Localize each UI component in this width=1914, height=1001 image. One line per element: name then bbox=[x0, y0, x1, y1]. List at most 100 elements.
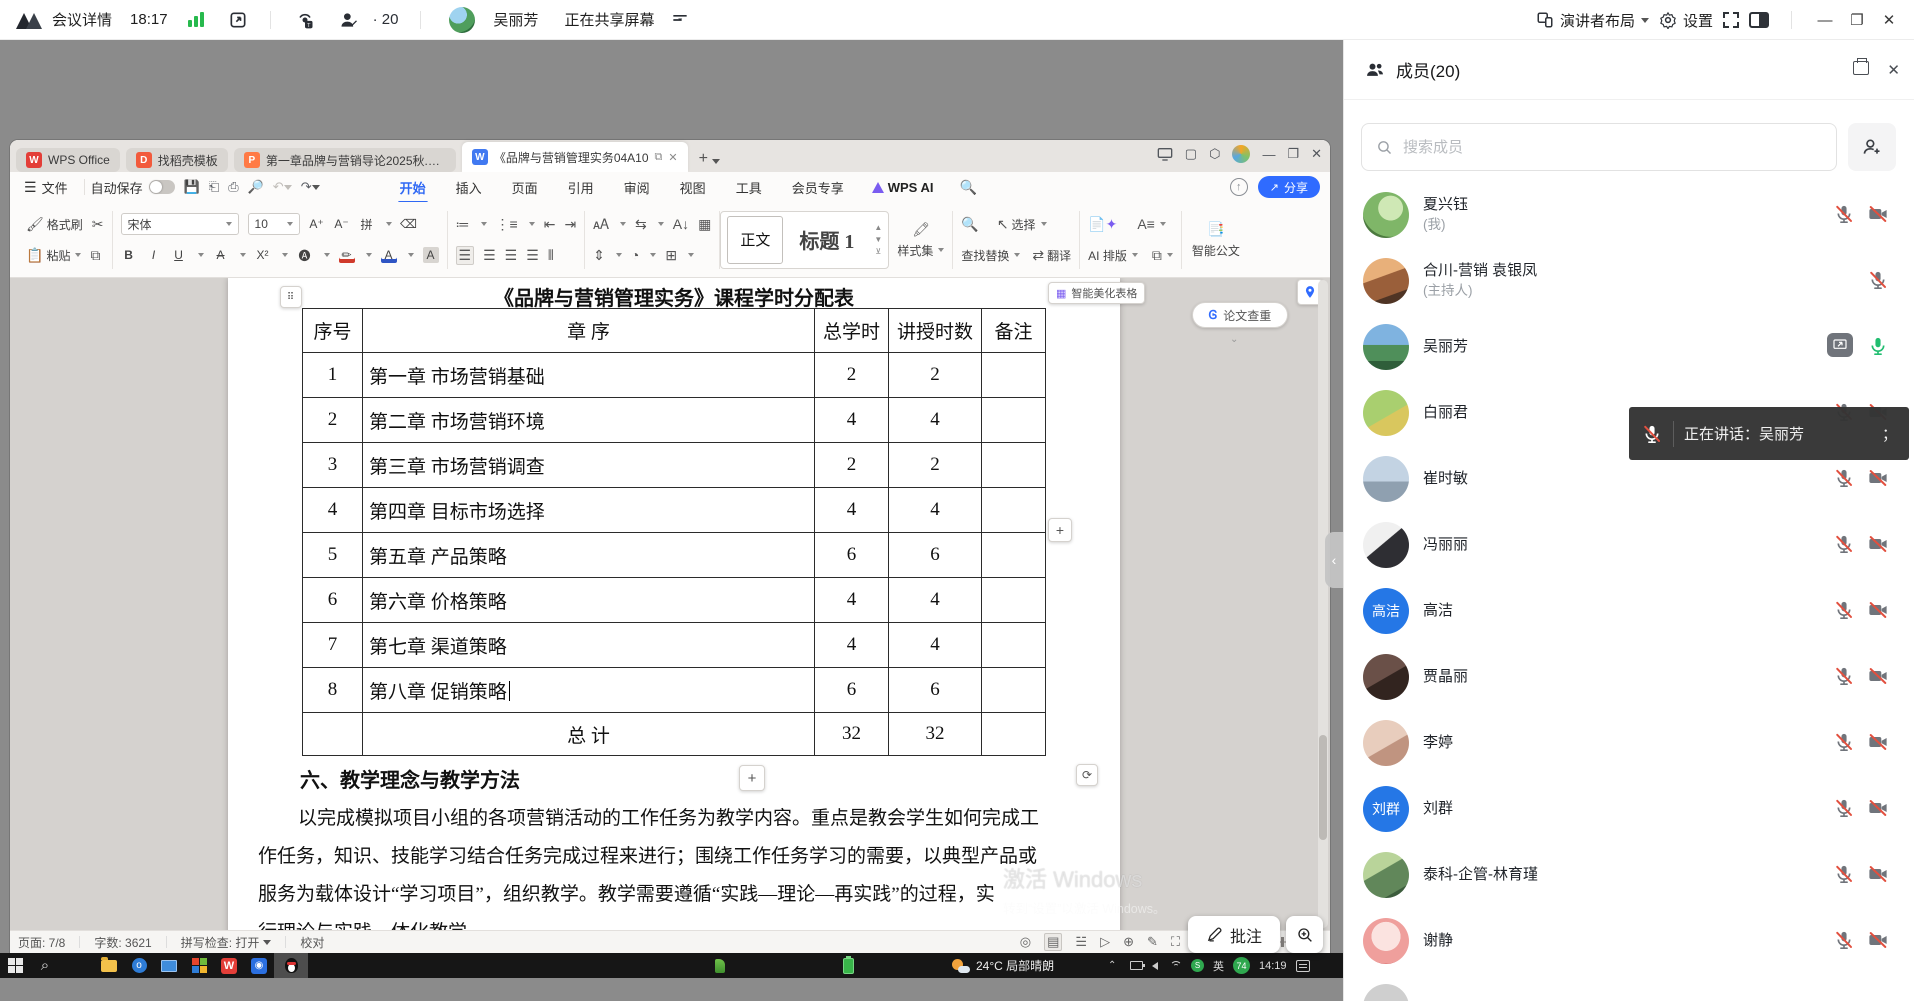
cut-icon[interactable]: ✂ bbox=[92, 216, 104, 233]
magnifier-button[interactable] bbox=[1286, 916, 1323, 953]
menu-tab-member[interactable]: 会员专享 bbox=[790, 173, 846, 202]
settings-button[interactable]: 设置 bbox=[1659, 10, 1713, 31]
table-row[interactable]: 2第二章 市场营销环境44 bbox=[303, 398, 1046, 443]
menu-tab-insert[interactable]: 插入 bbox=[454, 173, 484, 202]
eye-protect-icon[interactable]: ◎ bbox=[1020, 934, 1031, 950]
wps-restore-icon[interactable]: ❐ bbox=[1287, 146, 1299, 162]
audio-broadcast-icon[interactable]: T bbox=[295, 10, 315, 30]
distribute-button[interactable]: ⦀ bbox=[548, 247, 554, 264]
font-name-select[interactable]: 宋体 bbox=[121, 213, 239, 235]
ppt-document-tab[interactable]: P 第一章品牌与营销导论2025秋.pptx bbox=[234, 148, 456, 172]
side-panel-toggle[interactable] bbox=[1749, 12, 1769, 28]
align-left-button[interactable]: ☰ bbox=[456, 246, 475, 265]
hidden-icons-chevron[interactable]: ⌃ bbox=[1108, 960, 1116, 971]
table-row[interactable]: 8第八章 促销策略66 bbox=[303, 668, 1046, 713]
paragraph-line[interactable]: 服务为载体设计“学习项目”，组织教学。教学需要遵循“实践—理论—再实践”的过程，… bbox=[258, 876, 1092, 914]
print-preview-icon[interactable]: 🔎 bbox=[248, 179, 264, 195]
member-row[interactable]: 冯丽丽 bbox=[1344, 512, 1914, 578]
find-replace-button[interactable]: 查找替换 bbox=[961, 247, 1020, 264]
paste-button[interactable]: 📋粘贴 bbox=[26, 247, 81, 264]
table-row[interactable]: 5第五章 产品策略66 bbox=[303, 533, 1046, 578]
outlook-icon[interactable]: o bbox=[124, 953, 154, 978]
add-table-column-button[interactable]: + bbox=[1048, 518, 1072, 542]
table-row[interactable]: 1第一章 市场营销基础22 bbox=[303, 353, 1046, 398]
arrange-button[interactable]: ⧉ bbox=[1152, 247, 1173, 264]
taskbar-clock[interactable]: 14:19 bbox=[1259, 960, 1287, 972]
spellcheck-toggle[interactable]: 拼写检查: 打开 bbox=[181, 934, 272, 951]
wps-taskbar-icon[interactable]: W bbox=[214, 953, 244, 978]
table-drag-handle[interactable]: ⠿ bbox=[280, 286, 302, 308]
format-painter-button[interactable]: 🖌格式刷 bbox=[26, 216, 83, 233]
photos-app-icon[interactable] bbox=[184, 953, 214, 978]
save-icon[interactable]: 💾 bbox=[184, 179, 200, 195]
member-row[interactable]: 贾晶丽 bbox=[1344, 644, 1914, 710]
style-heading1[interactable]: 标题 1 bbox=[787, 216, 866, 264]
battery-widget-icon[interactable] bbox=[833, 953, 863, 978]
increase-indent-button[interactable]: ⇥ bbox=[564, 216, 576, 233]
panel-close-icon[interactable]: ✕ bbox=[1887, 61, 1900, 79]
numbered-list-button[interactable]: ⋮≡ bbox=[496, 216, 518, 233]
tab-close-icon[interactable]: ✕ bbox=[668, 151, 677, 164]
page-view-icon[interactable]: ▤ bbox=[1044, 933, 1062, 951]
workspace-icon[interactable]: ▢ bbox=[1185, 146, 1197, 162]
wps-minimize-icon[interactable]: — bbox=[1262, 147, 1275, 162]
collapse-chevron-icon[interactable]: ⌄ bbox=[1230, 334, 1238, 345]
taskbar-search-icon[interactable]: ⌕ bbox=[30, 953, 60, 978]
weather-widget[interactable]: 24°C 局部晴朗 bbox=[952, 957, 1054, 974]
start-button[interactable] bbox=[0, 953, 30, 978]
smart-beautify-table-button[interactable]: ▦智能美化表格 bbox=[1048, 282, 1145, 304]
close-button[interactable]: ✕ bbox=[1878, 9, 1900, 31]
table-row[interactable]: 3第三章 市场营销调查22 bbox=[303, 443, 1046, 488]
file-menu[interactable]: ☰文件 bbox=[10, 178, 78, 197]
menu-tab-view[interactable]: 视图 bbox=[678, 173, 708, 202]
style-more-icon[interactable]: ⊻ bbox=[875, 247, 881, 256]
menu-tab-tools[interactable]: 工具 bbox=[734, 173, 764, 202]
clear-format-icon[interactable]: ⌫ bbox=[401, 216, 417, 232]
annotate-button[interactable]: 批注 bbox=[1188, 916, 1280, 953]
fit-page-icon[interactable]: ⛶ bbox=[1171, 934, 1180, 950]
doc-scrollbar-thumb[interactable] bbox=[1319, 735, 1327, 840]
volume-icon[interactable] bbox=[1152, 962, 1158, 970]
meeting-details-link[interactable]: 会议详情 bbox=[52, 9, 112, 30]
ribbon-search-icon[interactable]: 🔍 bbox=[959, 179, 976, 196]
account-avatar[interactable] bbox=[1232, 145, 1250, 163]
menu-tab-review[interactable]: 审阅 bbox=[622, 173, 652, 202]
wps-home-tab[interactable]: W WPS Office bbox=[16, 148, 120, 172]
action-center-icon[interactable] bbox=[1296, 960, 1310, 972]
web-view-icon[interactable]: ⊕ bbox=[1123, 934, 1134, 950]
panel-collapse-handle[interactable]: ‹ bbox=[1325, 532, 1343, 588]
paragraph-line[interactable]: 行理论与实践一体化教学。 bbox=[258, 914, 1092, 930]
font-size-select[interactable]: 10 bbox=[248, 213, 300, 235]
select-button[interactable]: ↖选择 bbox=[997, 216, 1047, 233]
minimize-button[interactable]: — bbox=[1814, 9, 1836, 31]
align-right-button[interactable]: ☰ bbox=[505, 247, 518, 264]
outline-view-icon[interactable]: ☱ bbox=[1075, 934, 1087, 950]
style-up-icon[interactable]: ▲ bbox=[874, 223, 882, 232]
docer-template-tab[interactable]: D 找稻壳模板 bbox=[126, 148, 228, 172]
wifi-icon[interactable] bbox=[1170, 961, 1182, 970]
translate-button[interactable]: ⇄翻译 bbox=[1032, 247, 1071, 264]
add-table-row-button[interactable]: + bbox=[739, 765, 765, 791]
display-app-icon[interactable] bbox=[154, 953, 184, 978]
ink-icon[interactable]: ✎ bbox=[1147, 934, 1158, 950]
table-row[interactable]: 7第七章 渠道策略44 bbox=[303, 623, 1046, 668]
read-mode-icon[interactable]: ▷ bbox=[1100, 934, 1110, 950]
file-explorer-icon[interactable] bbox=[94, 953, 124, 978]
text-scale-button[interactable]: 🗚 bbox=[593, 216, 609, 233]
char-shading-button[interactable]: A bbox=[423, 247, 439, 263]
sharing-options-icon[interactable] bbox=[670, 10, 690, 30]
new-tab-button[interactable]: + bbox=[699, 150, 708, 168]
page-setup-button[interactable]: ▦ bbox=[698, 216, 711, 233]
ai-layout-button[interactable]: AI 排版 bbox=[1088, 247, 1138, 264]
member-row[interactable]: 李婷 bbox=[1344, 710, 1914, 776]
table-row[interactable]: 6第六章 价格策略44 bbox=[303, 578, 1046, 623]
section-heading[interactable]: 六、教学理念与教学方法 bbox=[300, 764, 520, 793]
highlight-color-button[interactable]: ✏ bbox=[339, 247, 355, 263]
course-hours-table[interactable]: 序号 章 序 总学时 讲授时数 备注 1第一章 市场营销基础22 2第二章 市场… bbox=[302, 308, 1046, 756]
font-color-button[interactable]: A bbox=[381, 247, 397, 263]
table-total-row[interactable]: 总 计3232 bbox=[303, 713, 1046, 756]
line-spacing-button[interactable]: ⇕ bbox=[593, 247, 605, 264]
export-pdf-icon[interactable]: ⎗ bbox=[209, 179, 219, 195]
participants-muted-icon[interactable] bbox=[339, 10, 359, 30]
word-count[interactable]: 字数: 3621 bbox=[94, 934, 151, 951]
